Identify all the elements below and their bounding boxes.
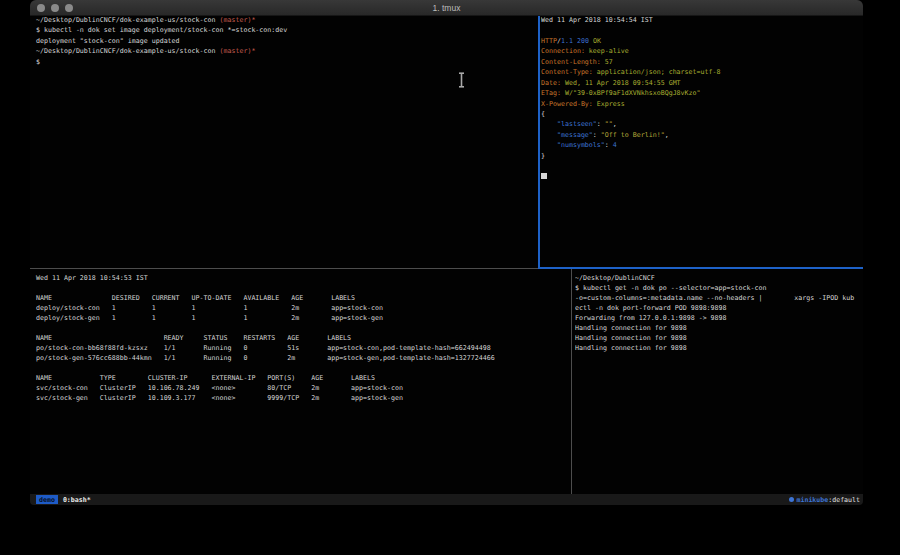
tmux-session-name[interactable]: demo [36, 495, 58, 504]
terminal-line: Wed 11 Apr 2018 10:54:53 IST [36, 273, 576, 283]
terminal-line: Content-Type: application/json; charset=… [541, 67, 863, 77]
terminal-line: Handling connection for 9898 [575, 343, 863, 353]
terminal-line: ~/Desktop/DublinCNCF/dok-example-us/stoc… [36, 15, 543, 25]
terminal-line: Wed 11 Apr 2018 10:54:54 IST [541, 15, 863, 25]
terminal-line: "lastseen": "", [541, 119, 863, 129]
terminal-line: NAME DESIRED CURRENT UP-TO-DATE AVAILABL… [36, 293, 576, 303]
tmux-window-tab[interactable]: 0:bash* [63, 496, 91, 504]
pane-border-horizontal-right[interactable] [538, 267, 863, 269]
pane-top-right-http-watch[interactable]: Wed 11 Apr 2018 10:54:54 IST HTTP/1.1 200… [541, 15, 863, 268]
terminal-line: ETag: W/"39-0xBPf9aF1dXVNkhsxoBQgJ8vKzo" [541, 88, 863, 98]
terminal-line: po/stock-gen-576cc688bb-44kmn 1/1 Runnin… [36, 353, 576, 363]
tmux-status-right: minikube :default [789, 496, 860, 504]
terminal-line: Handling connection for 9898 [575, 333, 863, 343]
terminal-window: 1. tmux ~/Desktop/DublinCNCF/dok-example… [30, 0, 863, 505]
traffic-lights [37, 4, 73, 12]
terminal-line: Forwarding from 127.0.0.1:9898 -> 9898 [575, 313, 863, 323]
terminal-line: deploy/stock-con 1 1 1 1 2m app=stock-co… [36, 303, 576, 313]
terminal-line: Date: Wed, 11 Apr 2018 09:54:55 GMT [541, 78, 863, 88]
terminal-line: "numsymbols": 4 [541, 140, 863, 150]
terminal-line: po/stock-con-bb68f88fd-kzsxz 1/1 Running… [36, 343, 576, 353]
terminal-line: -o=custom-columns=:metadata.name --no-he… [575, 293, 863, 303]
terminal-line: Handling connection for 9898 [575, 323, 863, 333]
pane-top-left-shell[interactable]: ~/Desktop/DublinCNCF/dok-example-us/stoc… [30, 15, 543, 268]
terminal-line [36, 323, 576, 333]
terminal-line: } [541, 151, 863, 161]
kube-namespace-label: :default [828, 496, 860, 504]
terminal-line: HTTP/1.1 200 OK [541, 36, 863, 46]
terminal-line [36, 363, 576, 373]
tmux-status-bar: demo 0:bash* minikube :default [30, 494, 863, 505]
pane-border-vertical-top[interactable] [538, 16, 540, 268]
terminal-line: NAME TYPE CLUSTER-IP EXTERNAL-IP PORT(S)… [36, 373, 576, 383]
terminal-line: ectl -n dok port-forward POD 9898:9898 [575, 303, 863, 313]
pane-bottom-left-kubectl-watch[interactable]: Wed 11 Apr 2018 10:54:53 IST NAME DESIRED… [30, 269, 576, 498]
close-button[interactable] [37, 4, 45, 12]
terminal-cursor [541, 173, 547, 179]
terminal-line: $ [36, 57, 543, 67]
minimize-button[interactable] [51, 4, 59, 12]
terminal-line [541, 25, 863, 35]
terminal-line: svc/stock-gen ClusterIP 10.109.3.177 <no… [36, 393, 576, 403]
ibeam-mouse-cursor-icon [457, 72, 466, 92]
kube-context-label: minikube [796, 496, 828, 504]
terminal-line: ~/Desktop/DublinCNCF/dok-example-us/stoc… [36, 46, 543, 56]
terminal-line: deploy/stock-gen 1 1 1 1 2m app=stock-ge… [36, 313, 576, 323]
terminal-line: Content-Length: 57 [541, 57, 863, 67]
terminal-line: svc/stock-con ClusterIP 10.106.78.249 <n… [36, 383, 576, 393]
kubernetes-helm-icon [789, 497, 794, 502]
terminal-line: Connection: keep-alive [541, 46, 863, 56]
pane-border-vertical-bottom[interactable] [571, 269, 572, 494]
window-title: 1. tmux [30, 0, 863, 16]
terminal-line [36, 283, 576, 293]
terminal-line: { [541, 109, 863, 119]
zoom-button[interactable] [65, 4, 73, 12]
pane-border-horizontal-left[interactable] [30, 268, 538, 269]
terminal-line: NAME READY STATUS RESTARTS AGE LABELS [36, 333, 576, 343]
terminal-line: "message": "Off to Berlin!", [541, 130, 863, 140]
pane-bottom-right-port-forward[interactable]: ~/Desktop/DublinCNCF$ kubectl get -n dok… [575, 269, 863, 498]
terminal-line: $ kubectl -n dok set image deployment/st… [36, 25, 543, 35]
terminal-line: $ kubectl get -n dok po --selector=app=s… [575, 283, 863, 293]
terminal-line: deployment "stock-con" image updated [36, 36, 543, 46]
terminal-line: X-Powered-By: Express [541, 99, 863, 109]
window-titlebar[interactable]: 1. tmux [30, 0, 863, 16]
terminal-line: ~/Desktop/DublinCNCF [575, 273, 863, 283]
